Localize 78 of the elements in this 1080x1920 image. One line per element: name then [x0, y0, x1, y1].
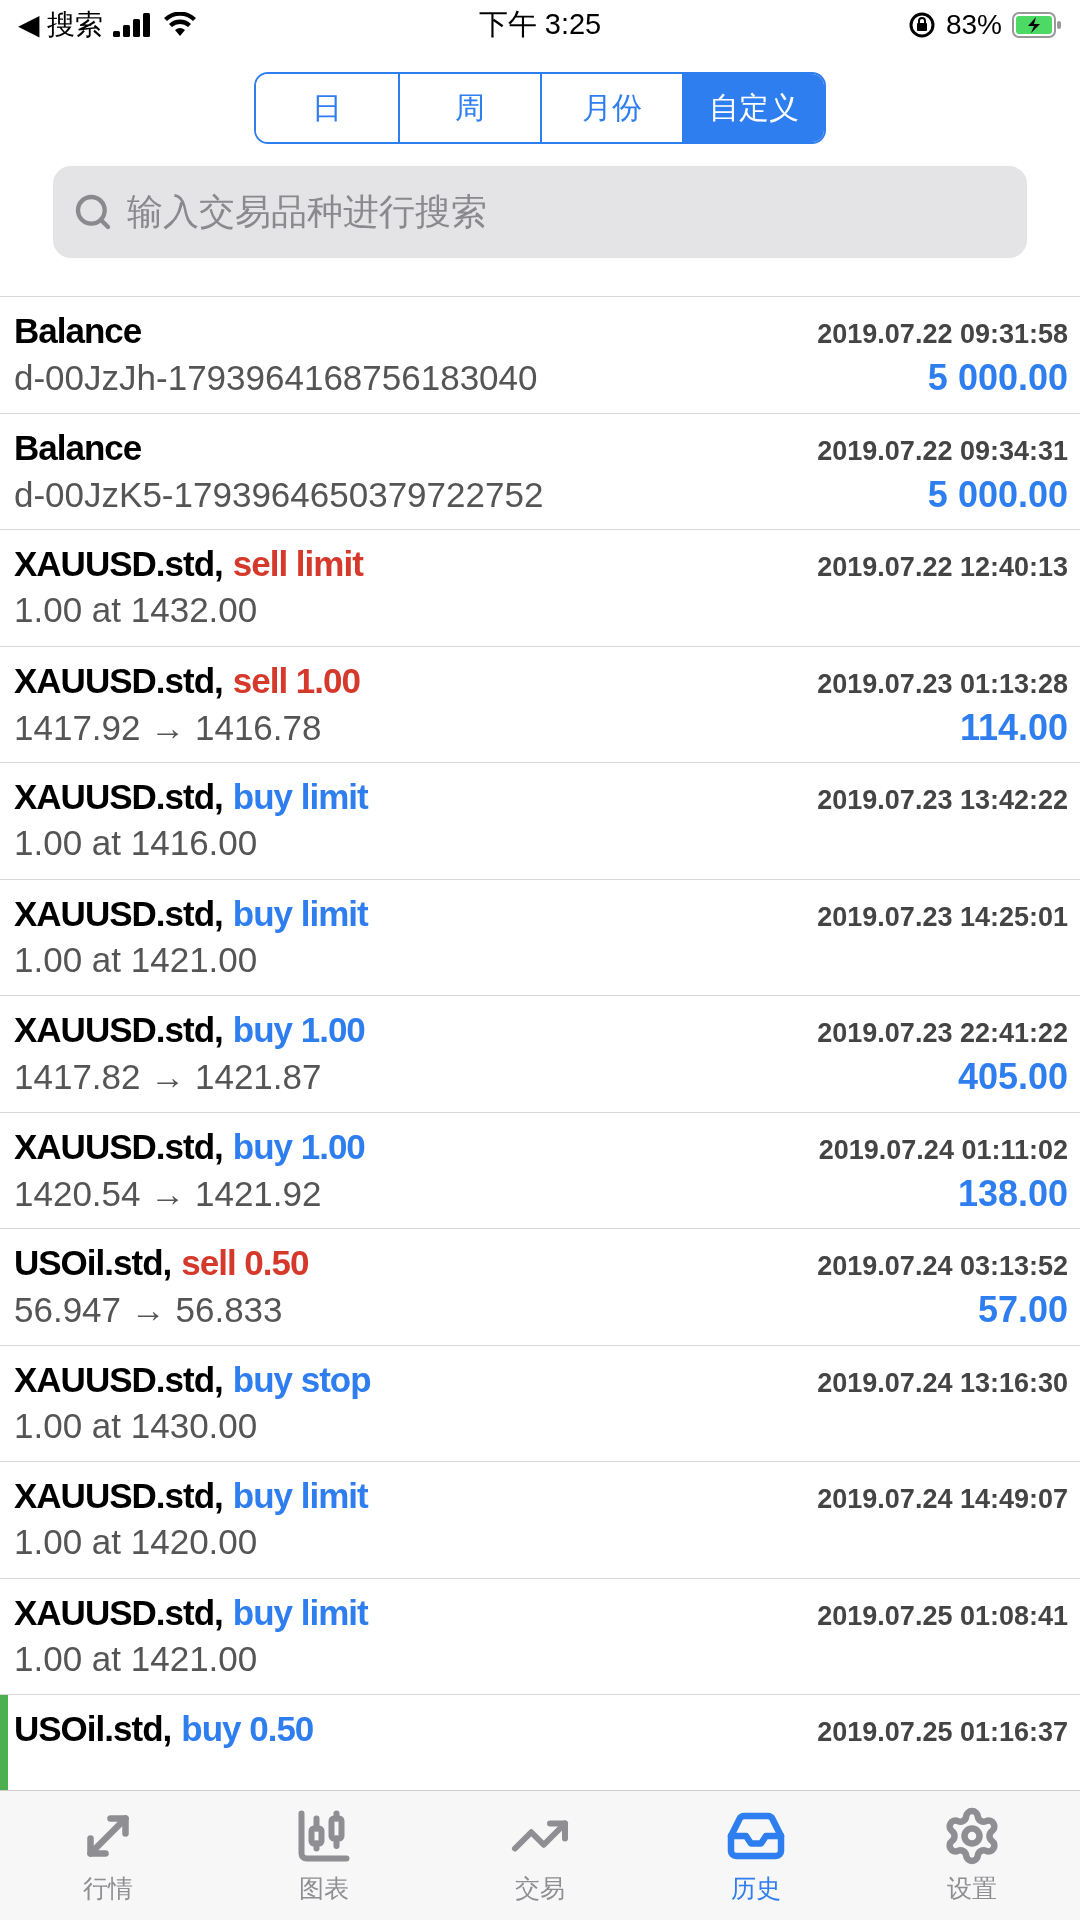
time-label: 2019.07.24 14:49:07: [817, 1484, 1068, 1515]
symbol-label: USOil.std,: [14, 1709, 172, 1749]
trade-type: buy limit: [232, 1592, 368, 1633]
trade-type: buy limit: [232, 893, 368, 934]
time-label: 2019.07.22 09:34:31: [817, 435, 1068, 467]
symbol-label: XAUUSD.std,: [14, 1126, 223, 1167]
time-label: 2019.07.23 01:13:28: [817, 668, 1068, 700]
symbol-label: XAUUSD.std,: [14, 1476, 223, 1516]
history-row[interactable]: Balance 2019.07.22 09:31:58 d-00JzJh-1793964168756183040 5 000.00: [0, 297, 1080, 414]
time-label: 2019.07.23 13:42:22: [817, 785, 1068, 816]
history-row[interactable]: XAUUSD.std, buy stop 2019.07.24 13:16:30 1.00 at 1430.00: [0, 1345, 1080, 1462]
history-row[interactable]: XAUUSD.std, buy limit 2019.07.23 13:42:22 1.00 at 1416.00: [0, 763, 1080, 880]
price-label: 1.00 at 1432.00: [14, 590, 258, 630]
symbol-label: XAUUSD.std,: [14, 1359, 223, 1400]
price-label: 56.947 → 56.833: [14, 1290, 283, 1330]
price-label: 1420.54 → 1421.92: [14, 1173, 322, 1214]
symbol-label: Balance: [14, 427, 142, 468]
price-label: 1.00 at 1421.00: [14, 939, 258, 980]
price-label: 1.00 at 1430.00: [14, 1405, 258, 1446]
price-label: 1.00 at 1416.00: [14, 823, 258, 863]
profit-amount: 138.00: [957, 1172, 1068, 1215]
time-label: 2019.07.24 03:13:52: [817, 1251, 1068, 1282]
history-row[interactable]: Balance 2019.07.22 09:34:31 d-00JzK5-1793964650379722752 5 000.00: [0, 413, 1080, 530]
symbol-label: XAUUSD.std,: [14, 544, 223, 584]
time-label: 2019.07.25 01:16:37: [817, 1717, 1068, 1748]
history-row[interactable]: XAUUSD.std, buy 1.00 2019.07.23 22:41:22 1417.82 → 1421.87 405.00: [0, 996, 1080, 1113]
nav-tab[interactable]: 历史: [648, 1791, 864, 1920]
trade-type: sell 0.50: [181, 1243, 309, 1283]
search-input[interactable]: 输入交易品种进行搜索: [125, 190, 1007, 234]
history-row[interactable]: USOil.std, sell 0.50 2019.07.24 03:13:52 56.947 → 56.833 57.00: [0, 1229, 1080, 1346]
time-label: 2019.07.23 22:41:22: [817, 1018, 1068, 1049]
trade-type: buy limit: [232, 777, 368, 817]
period-tab[interactable]: 自定义: [682, 74, 824, 142]
price-label: 1.00 at 1421.00: [14, 1638, 258, 1679]
symbol-label: XAUUSD.std,: [14, 1592, 223, 1633]
symbol-label: USOil.std,: [14, 1243, 172, 1283]
history-row[interactable]: XAUUSD.std, sell 1.00 2019.07.23 01:13:28 1417.92 → 1416.78 114.00: [0, 646, 1080, 763]
deal-id: d-00JzJh-1793964168756183040: [14, 358, 538, 398]
symbol-label: Balance: [14, 311, 142, 351]
time-label: 2019.07.22 12:40:13: [817, 552, 1068, 583]
clock-time: 下午 3:25: [478, 7, 602, 42]
history-row[interactable]: XAUUSD.std, buy limit 2019.07.24 14:49:07 1.00 at 1420.00: [0, 1462, 1080, 1579]
trade-type: sell 1.00: [232, 660, 360, 701]
profit-amount: 114.00: [959, 706, 1068, 749]
battery-icon: [1012, 12, 1062, 38]
history-row[interactable]: XAUUSD.std, buy limit 2019.07.25 01:08:41 1.00 at 1421.00: [0, 1578, 1080, 1695]
symbol-label: XAUUSD.std,: [14, 1010, 223, 1050]
search-icon: [73, 192, 113, 232]
time-label: 2019.07.25 01:08:41: [817, 1600, 1068, 1632]
profit-amount: 405.00: [957, 1056, 1068, 1098]
symbol-label: XAUUSD.std,: [14, 893, 223, 934]
trade-type: buy 1.00: [232, 1126, 365, 1167]
history-row[interactable]: XAUUSD.std, buy limit 2019.07.23 14:25:01 1.00 at 1421.00: [0, 879, 1080, 996]
deal-id: d-00JzK5-1793964650379722752: [14, 474, 544, 515]
price-label: 1417.92 → 1416.78: [14, 707, 322, 748]
profit-amount: 57.00: [977, 1289, 1068, 1331]
time-label: 2019.07.24 01:11:02: [818, 1134, 1068, 1166]
search-field[interactable]: 输入交易品种进行搜索: [53, 166, 1027, 258]
history-row[interactable]: XAUUSD.std, sell limit 2019.07.22 12:40:13 1.00 at 1432.00: [0, 530, 1080, 647]
trade-type: buy 0.50: [181, 1709, 314, 1749]
price-label: 1417.82 → 1421.87: [14, 1057, 322, 1097]
back-link[interactable]: ◀ 搜索: [18, 6, 104, 44]
time-label: 2019.07.23 14:25:01: [817, 901, 1068, 933]
rotation-lock-icon: [907, 11, 936, 39]
time-label: 2019.07.24 13:16:30: [817, 1367, 1068, 1399]
price-label: 1.00 at 1420.00: [14, 1522, 258, 1562]
profit-amount: 5 000.00: [927, 357, 1068, 399]
symbol-label: XAUUSD.std,: [14, 660, 223, 701]
trade-type: buy limit: [232, 1476, 368, 1516]
profit-amount: 5 000.00: [927, 473, 1068, 516]
history-row[interactable]: XAUUSD.std, buy 1.00 2019.07.24 01:11:02 1420.54 → 1421.92 138.00: [0, 1112, 1080, 1229]
trade-type: sell limit: [232, 544, 363, 584]
trade-type: buy 1.00: [232, 1010, 365, 1050]
battery-percent: 83%: [945, 9, 1002, 41]
trade-type: buy stop: [232, 1359, 371, 1400]
time-label: 2019.07.22 09:31:58: [817, 319, 1068, 350]
wifi-icon: [163, 12, 198, 38]
symbol-label: XAUUSD.std,: [14, 777, 223, 817]
